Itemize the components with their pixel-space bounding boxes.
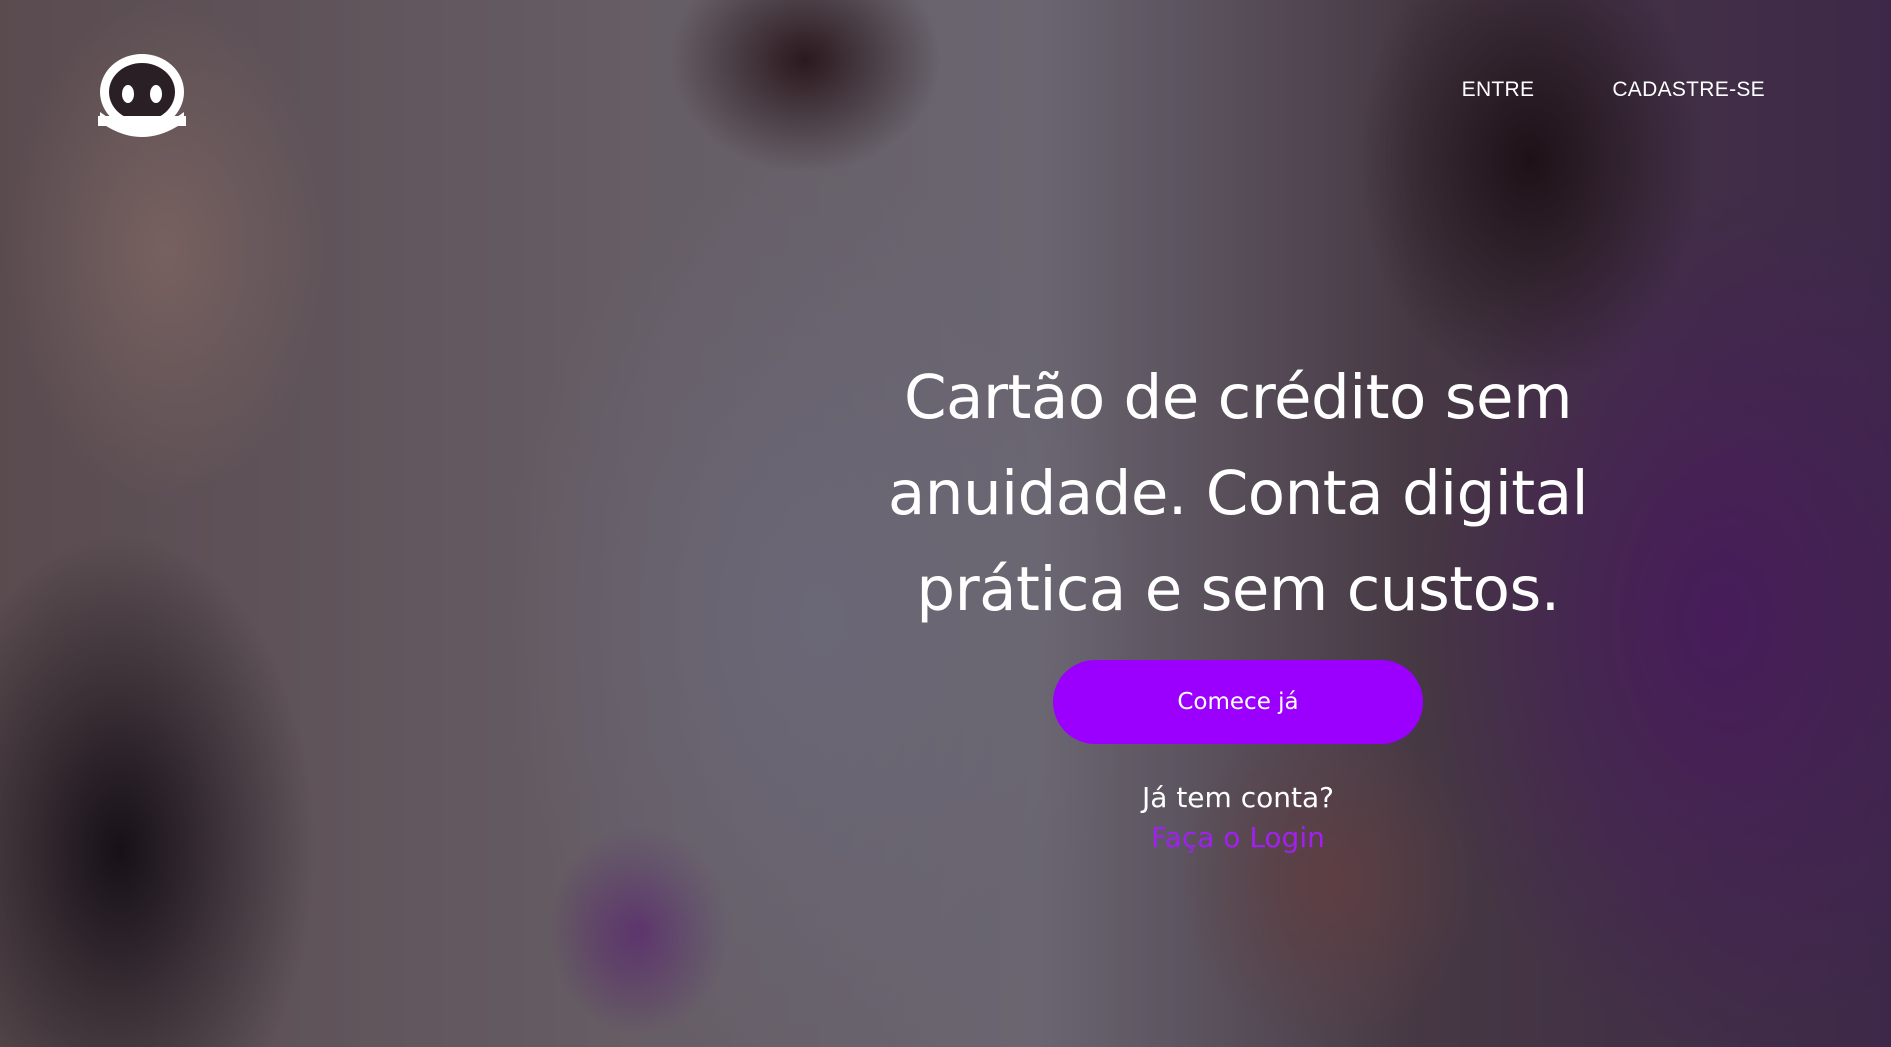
nav-login-link[interactable]: ENTRE <box>1462 78 1535 102</box>
headline-line: Cartão de crédito sem <box>903 362 1573 433</box>
account-question-text: Já tem conta? <box>1142 781 1334 814</box>
login-link[interactable]: Faça o Login <box>1151 818 1325 858</box>
nav-signup-link[interactable]: CADASTRE-SE <box>1612 78 1765 102</box>
existing-account-prompt: Já tem conta? Faça o Login <box>838 778 1638 858</box>
headline-line: prática e sem custos. <box>916 554 1560 625</box>
start-now-button[interactable]: Comece já <box>1053 660 1423 744</box>
top-nav: ENTRE CADASTRE-SE <box>1462 78 1765 102</box>
hero-content: Cartão de crédito sem anuidade. Conta di… <box>838 350 1638 858</box>
hero-section: ENTRE CADASTRE-SE Cartão de crédito sem … <box>0 0 1891 1047</box>
hero-headline: Cartão de crédito sem anuidade. Conta di… <box>838 350 1638 638</box>
brand-logo-icon[interactable] <box>94 48 190 140</box>
headline-line: anuidade. Conta digital <box>887 458 1589 529</box>
